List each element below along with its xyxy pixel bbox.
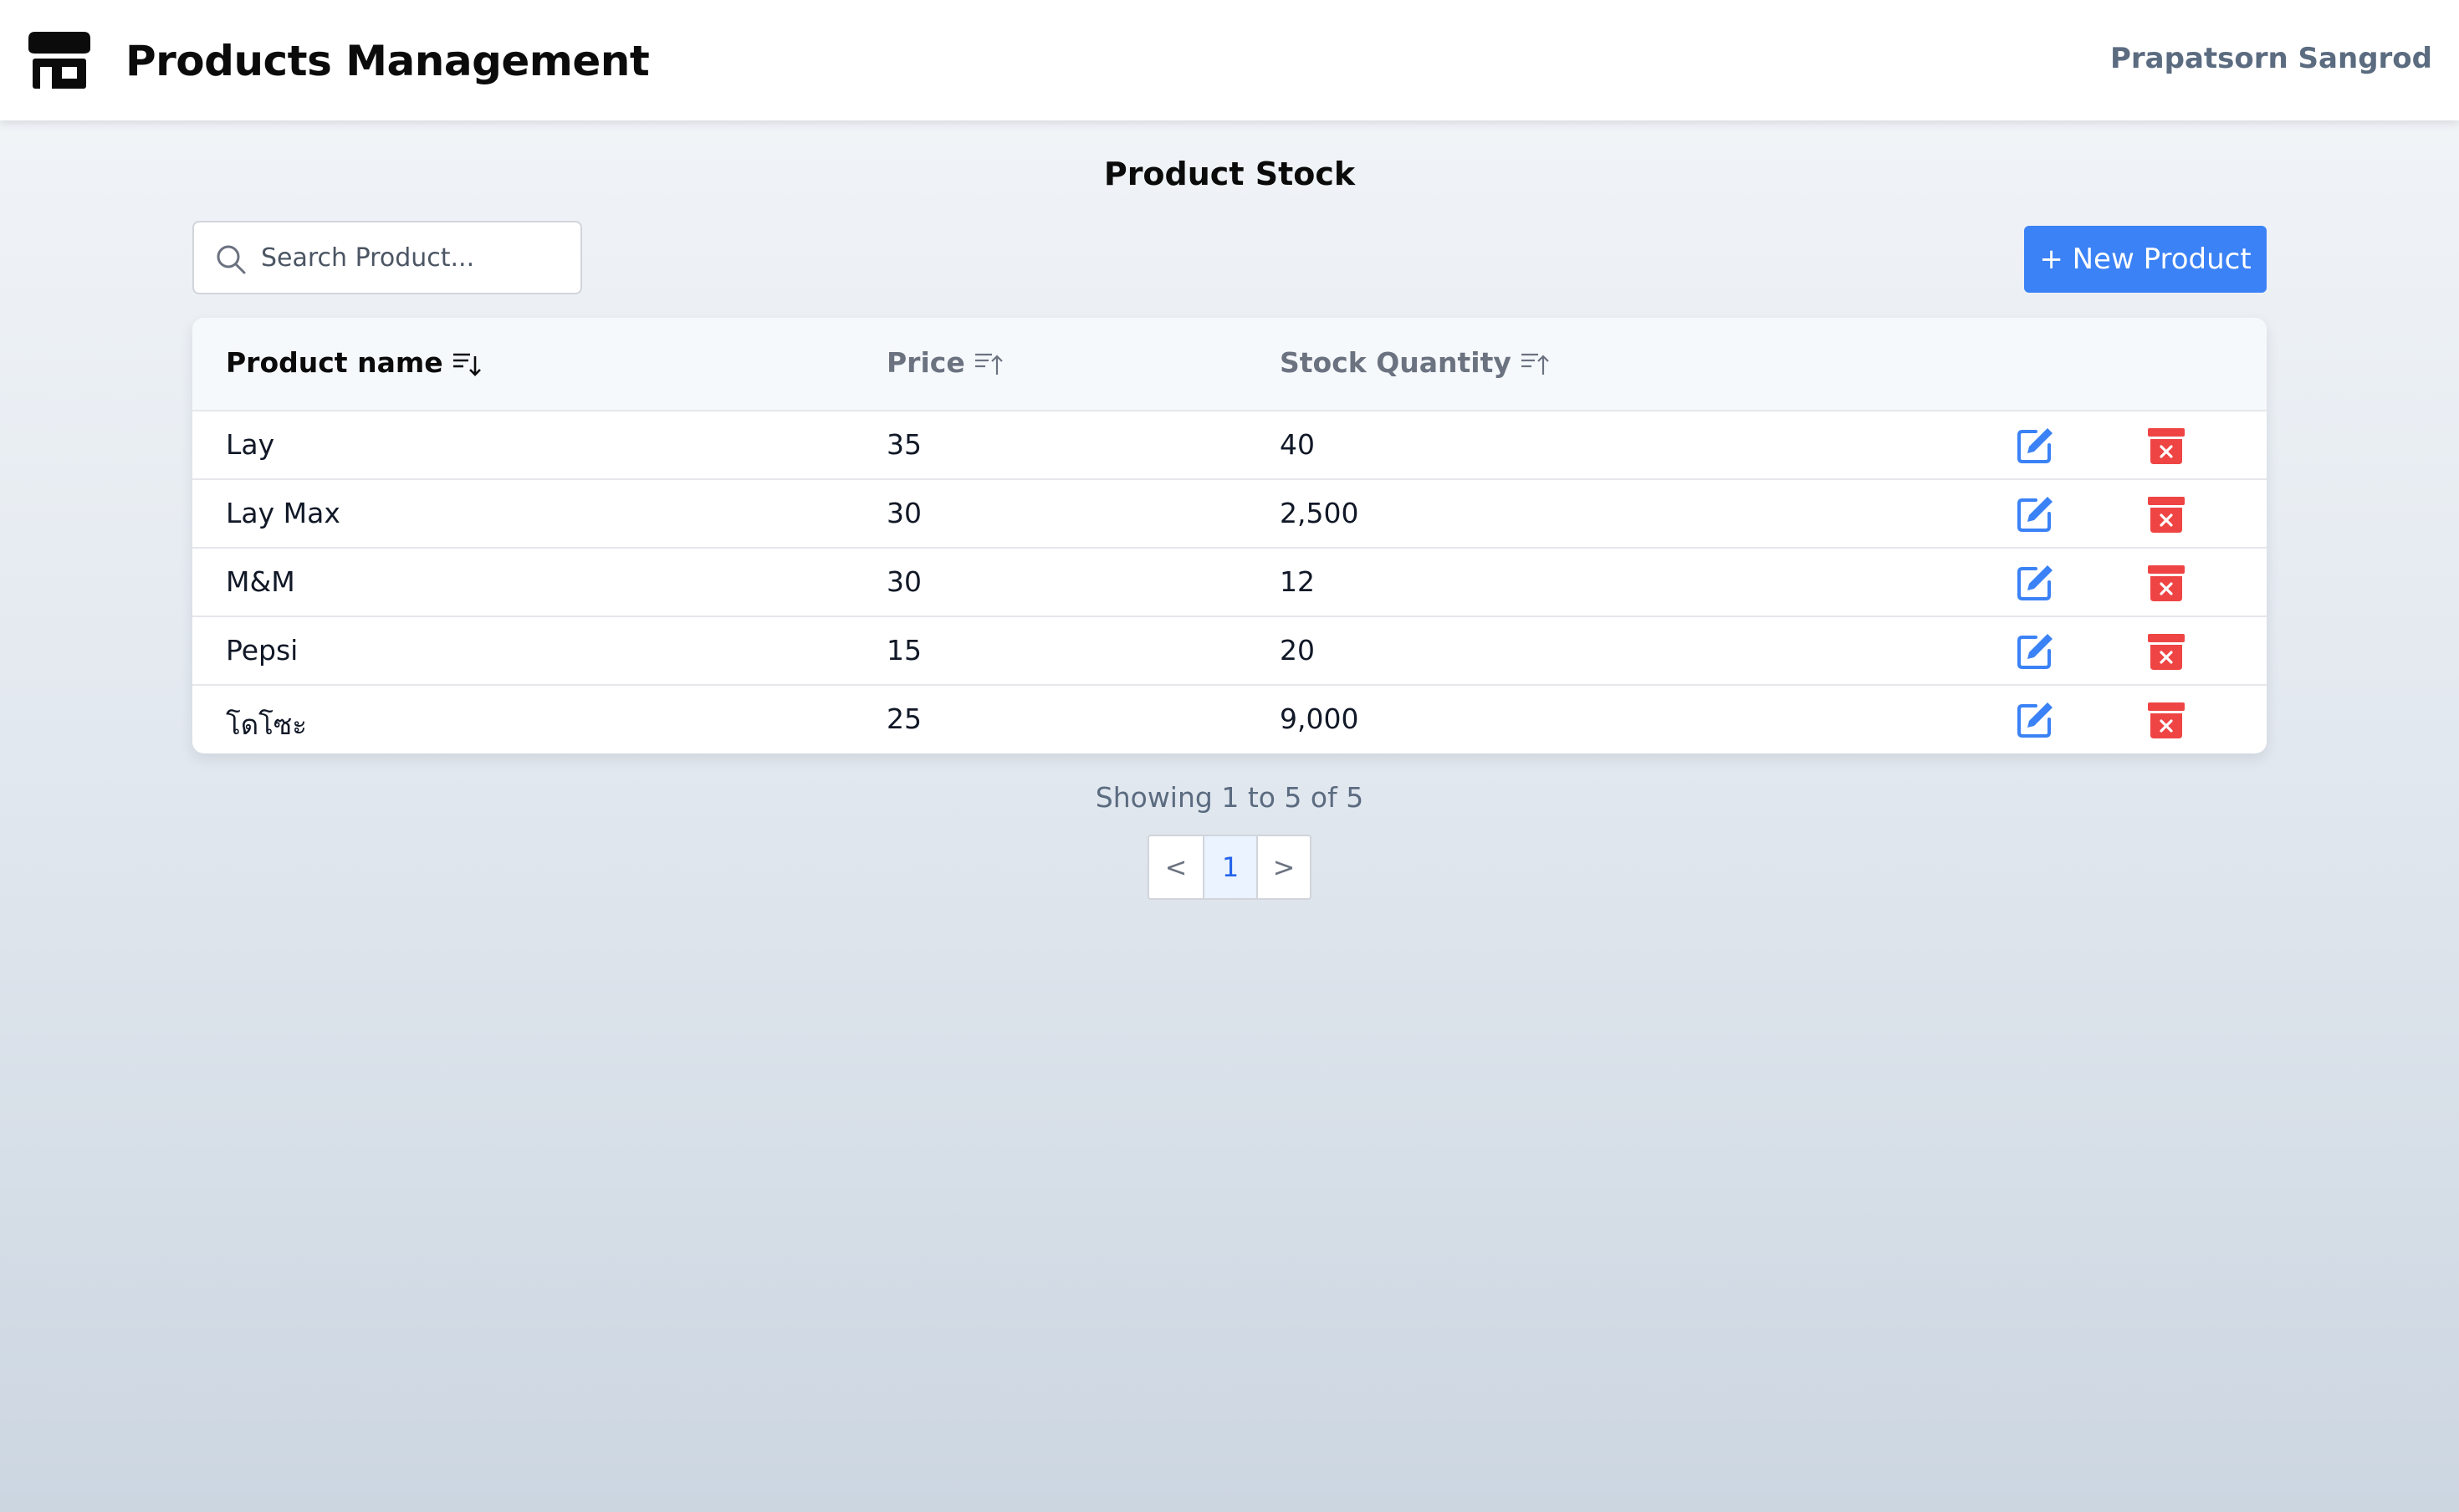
column-header-label: Product name xyxy=(226,346,443,379)
stock-cell: 40 xyxy=(1280,428,1315,461)
archive-delete-icon[interactable] xyxy=(2146,564,2186,602)
search-box[interactable] xyxy=(192,221,582,294)
column-header-label: Stock Quantity xyxy=(1280,346,1511,379)
column-header-stock-quantity[interactable]: Stock Quantity xyxy=(1280,346,1550,379)
archive-delete-icon[interactable] xyxy=(2146,632,2186,671)
store-icon xyxy=(28,32,90,89)
page-title: Product Stock xyxy=(1103,156,1356,192)
edit-icon[interactable] xyxy=(2014,562,2056,604)
table-row: Lay 35 40 xyxy=(192,411,2267,480)
new-product-button[interactable]: + New Product xyxy=(2024,226,2267,293)
column-header-product-name[interactable]: Product name xyxy=(226,346,482,379)
table-row: M&M 30 12 xyxy=(192,549,2267,617)
price-cell: 35 xyxy=(887,428,922,461)
price-cell: 30 xyxy=(887,565,922,598)
product-name-cell: Lay Max xyxy=(226,497,340,529)
product-name-cell: Pepsi xyxy=(226,634,299,667)
archive-delete-icon[interactable] xyxy=(2146,701,2186,739)
user-name[interactable]: Prapatsorn Sangrod xyxy=(2110,42,2432,75)
stock-cell: 2,500 xyxy=(1280,497,1359,529)
edit-icon[interactable] xyxy=(2014,699,2056,741)
product-table: Product name Price Stock Quantity Lay 35… xyxy=(192,318,2267,753)
table-row: โดโซะ 25 9,000 xyxy=(192,686,2267,753)
stock-cell: 12 xyxy=(1280,565,1315,598)
price-cell: 15 xyxy=(887,634,922,667)
page-button-1[interactable]: 1 xyxy=(1203,836,1256,898)
search-input[interactable] xyxy=(261,222,570,293)
product-name-cell: M&M xyxy=(226,565,295,598)
app-title: Products Management xyxy=(125,37,650,85)
table-row: Lay Max 30 2,500 xyxy=(192,480,2267,549)
stock-cell: 9,000 xyxy=(1280,702,1359,735)
sort-ascending-icon xyxy=(1521,353,1549,375)
prev-page-button[interactable]: < xyxy=(1149,836,1203,898)
sort-ascending-icon xyxy=(974,353,1003,375)
edit-icon[interactable] xyxy=(2014,631,2056,672)
price-cell: 25 xyxy=(887,702,922,735)
table-header: Product name Price Stock Quantity xyxy=(192,318,2267,411)
column-header-price[interactable]: Price xyxy=(887,346,1004,379)
edit-icon[interactable] xyxy=(2014,493,2056,535)
product-name-cell: Lay xyxy=(226,428,275,461)
pagination-summary: Showing 1 to 5 of 5 xyxy=(1095,781,1364,814)
product-name-cell: โดโซะ xyxy=(226,708,308,741)
pagination: < 1 > xyxy=(1148,835,1311,900)
archive-delete-icon[interactable] xyxy=(2146,427,2186,465)
top-bar: Products Management Prapatsorn Sangrod xyxy=(0,0,2459,120)
table-row: Pepsi 15 20 xyxy=(192,617,2267,686)
price-cell: 30 xyxy=(887,497,922,529)
column-header-label: Price xyxy=(887,346,965,379)
next-page-button[interactable]: > xyxy=(1256,836,1310,898)
edit-icon[interactable] xyxy=(2014,425,2056,467)
search-icon xyxy=(217,245,246,274)
archive-delete-icon[interactable] xyxy=(2146,495,2186,534)
stock-cell: 20 xyxy=(1280,634,1315,667)
sort-descending-icon xyxy=(452,353,481,376)
